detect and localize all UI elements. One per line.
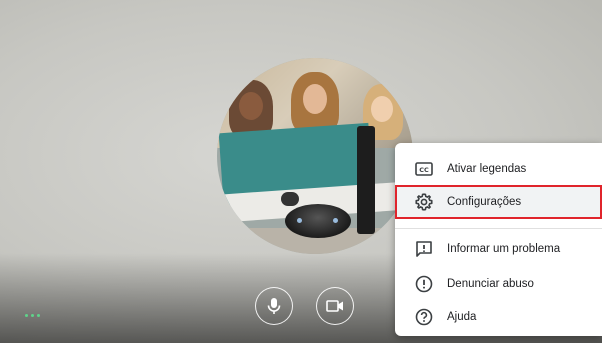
menu-item-captions[interactable]: CC Ativar legendas [395,153,602,185]
more-dots-icon[interactable] [25,314,43,320]
menu-item-label: Configurações [447,196,522,208]
camera-icon [326,300,343,312]
menu-item-help[interactable]: Ajuda [395,297,602,337]
menu-item-settings[interactable]: Configurações [395,185,602,219]
gear-icon [415,193,433,211]
svg-text:CC: CC [419,166,429,174]
camera-button[interactable] [316,287,354,325]
warning-circle-icon [415,275,433,293]
microphone-icon [267,298,281,314]
mic-button[interactable] [255,287,293,325]
report-problem-icon [416,241,432,257]
options-menu: CC Ativar legendas Configurações Informa… [395,143,602,336]
closed-captions-icon: CC [415,162,433,176]
preview-photo [217,58,413,254]
menu-item-label: Ajuda [447,311,477,323]
menu-item-label: Informar um problema [447,243,561,255]
help-circle-icon [415,308,433,326]
menu-item-label: Ativar legendas [447,163,527,175]
menu-item-report-problem[interactable]: Informar um problema [395,229,602,269]
menu-item-label: Denunciar abuso [447,278,534,290]
